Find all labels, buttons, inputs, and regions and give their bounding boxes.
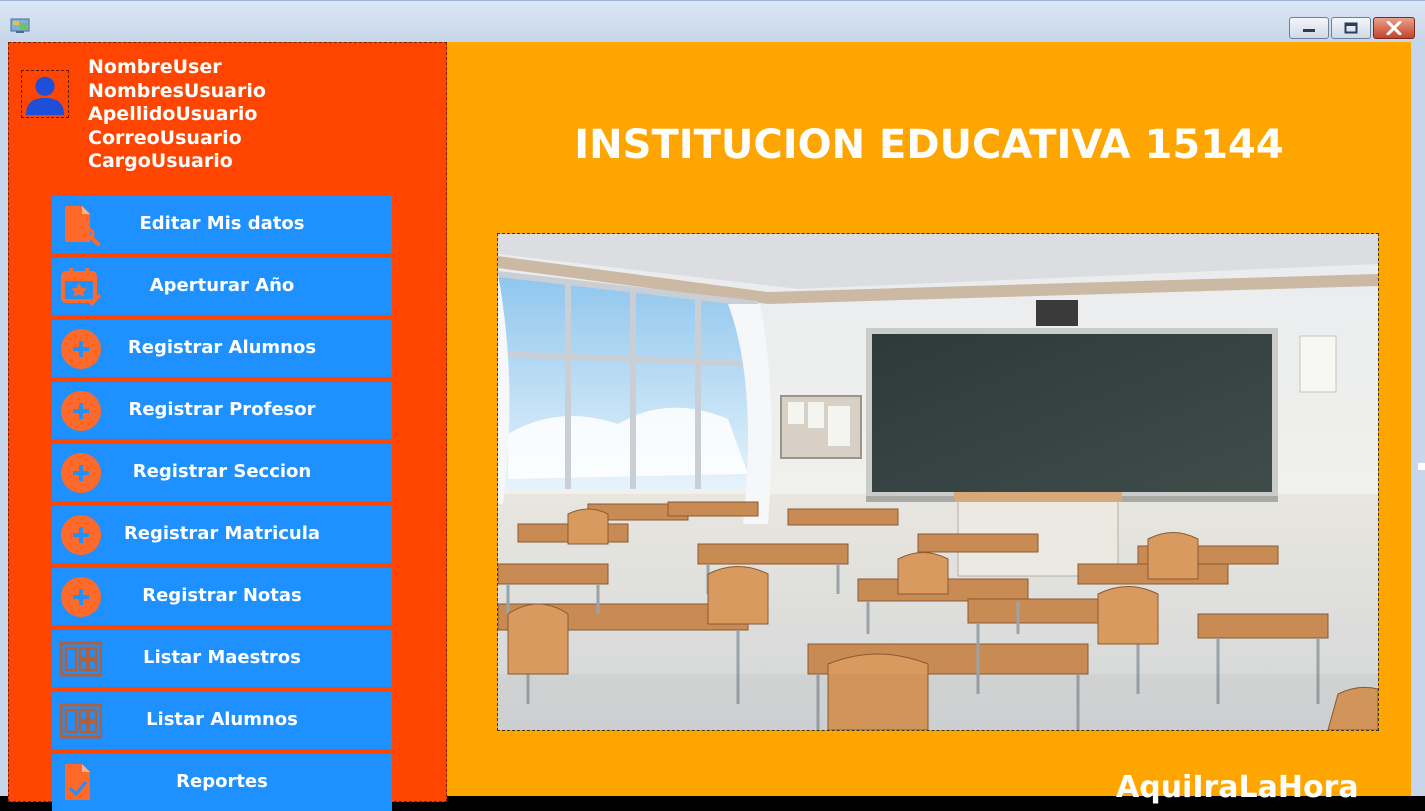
reports-label: Reportes <box>176 771 268 792</box>
register-section-label: Registrar Seccion <box>132 461 312 482</box>
register-grades-button[interactable]: Registrar Notas <box>52 568 392 625</box>
list-teachers-button[interactable]: Listar Maestros <box>52 630 392 687</box>
list-students-button[interactable]: Listar Alumnos <box>52 692 392 749</box>
edit-my-data-label: Editar Mis datos <box>139 213 305 234</box>
register-section-button[interactable]: Registrar Seccion <box>52 444 392 501</box>
minimize-button[interactable] <box>1289 17 1329 39</box>
register-enrollment-button[interactable]: Registrar Matricula <box>52 506 392 563</box>
classroom-illustration <box>498 234 1378 730</box>
user-avatar-icon <box>21 70 69 118</box>
register-teacher-label: Registrar Profesor <box>128 399 316 420</box>
register-enrollment-label: Registrar Matricula <box>123 523 321 544</box>
list-teachers-label: Listar Maestros <box>143 647 301 668</box>
list-students-label: Listar Alumnos <box>146 709 298 730</box>
open-year-button[interactable]: Aperturar Año <box>52 258 392 315</box>
user-info: NombreUser NombresUsuario ApellidoUsuari… <box>88 56 266 174</box>
user-role: CargoUsuario <box>88 150 233 172</box>
clock-label: AquiIraLaHora <box>1116 770 1359 805</box>
register-teacher-button[interactable]: Registrar Profesor <box>52 382 392 439</box>
resize-handle[interactable] <box>1418 463 1425 470</box>
edit-my-data-button[interactable]: Editar Mis datos <box>52 196 392 253</box>
institution-title: INSTITUCION EDUCATIVA 15144 <box>574 122 1284 168</box>
reports-button[interactable]: Reportes <box>52 754 392 811</box>
sidebar: NombreUser NombresUsuario ApellidoUsuari… <box>8 42 447 811</box>
minimize-icon <box>1303 29 1315 32</box>
maximize-icon <box>1344 22 1358 34</box>
register-grades-label: Registrar Notas <box>142 585 302 606</box>
user-email: CorreoUsuario <box>88 126 242 149</box>
classroom-image <box>497 233 1379 731</box>
close-icon <box>1386 21 1402 35</box>
register-students-button[interactable]: Registrar Alumnos <box>52 320 392 377</box>
user-last-names: ApellidoUsuario <box>88 103 258 125</box>
close-button[interactable] <box>1373 17 1415 39</box>
application-window: NombreUser NombresUsuario ApellidoUsuari… <box>0 0 1425 811</box>
window-frame-left <box>0 42 8 796</box>
open-year-label: Aperturar Año <box>149 275 295 296</box>
register-students-label: Registrar Alumnos <box>127 337 317 358</box>
user-username: NombreUser <box>88 56 222 78</box>
maximize-button[interactable] <box>1331 17 1371 39</box>
app-icon <box>10 18 30 33</box>
user-first-names: NombresUsuario <box>88 79 266 102</box>
title-bar[interactable] <box>0 0 1425 42</box>
window-frame-right <box>1411 42 1425 796</box>
